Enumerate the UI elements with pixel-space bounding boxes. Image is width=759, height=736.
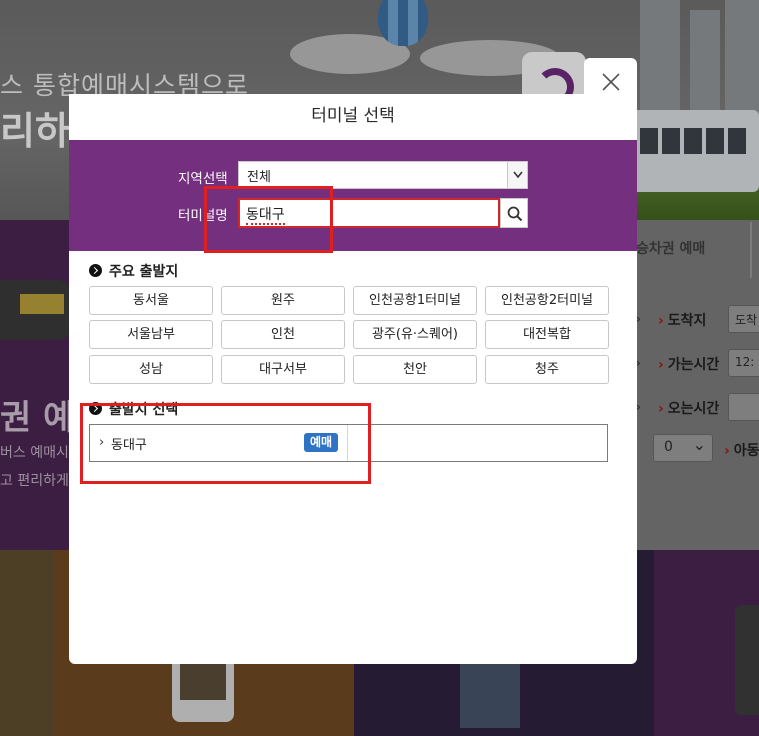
search-icon bbox=[507, 206, 523, 222]
terminal-button[interactable]: 성남 bbox=[89, 355, 213, 384]
modal-title: 터미널 선택 bbox=[311, 106, 395, 126]
search-button[interactable] bbox=[500, 198, 528, 228]
major-departures-heading: 주요 출발지 bbox=[89, 261, 178, 281]
region-select[interactable]: 전체 bbox=[238, 161, 528, 189]
terminal-select-modal: 터미널 선택 지역선택 전체 터미널명 동대구 주요 출발지 동서울 원주 인천… bbox=[69, 94, 637, 664]
chevron-circle-icon bbox=[89, 402, 102, 415]
region-label: 지역선택 bbox=[178, 171, 228, 187]
search-area: 지역선택 전체 터미널명 동대구 bbox=[69, 140, 637, 251]
region-select-value: 전체 bbox=[247, 170, 271, 185]
terminal-button[interactable]: 천안 bbox=[353, 355, 477, 384]
terminal-button[interactable]: 원주 bbox=[221, 286, 345, 315]
terminal-button[interactable]: 인천 bbox=[221, 320, 345, 349]
terminal-button[interactable]: 서울남부 bbox=[89, 320, 213, 349]
terminal-button[interactable]: 대전복합 bbox=[485, 320, 609, 349]
terminal-button[interactable]: 청주 bbox=[485, 355, 609, 384]
chevron-right-icon: › bbox=[99, 435, 105, 450]
terminal-name-input-value: 동대구 bbox=[246, 207, 285, 225]
terminal-name-input[interactable]: 동대구 bbox=[238, 198, 500, 228]
terminal-button[interactable]: 동서울 bbox=[89, 286, 213, 315]
terminal-button[interactable]: 대구서부 bbox=[221, 355, 345, 384]
terminal-button[interactable]: 인천공항2터미널 bbox=[485, 286, 609, 315]
terminal-name-label: 터미널명 bbox=[178, 208, 228, 224]
list-item[interactable]: › 동대구 예매 bbox=[90, 425, 348, 461]
reserve-button[interactable]: 예매 bbox=[304, 433, 338, 452]
terminal-button[interactable]: 인천공항1터미널 bbox=[353, 286, 477, 315]
close-icon bbox=[602, 73, 620, 91]
departure-results: › 동대구 예매 bbox=[89, 424, 608, 462]
departure-select-heading: 출발지 선택 bbox=[89, 399, 178, 419]
terminal-button[interactable]: 광주(유·스퀘어) bbox=[353, 320, 477, 349]
chevron-down-icon bbox=[513, 171, 523, 179]
result-terminal-name: 동대구 bbox=[111, 438, 147, 453]
chevron-circle-icon bbox=[89, 264, 102, 277]
